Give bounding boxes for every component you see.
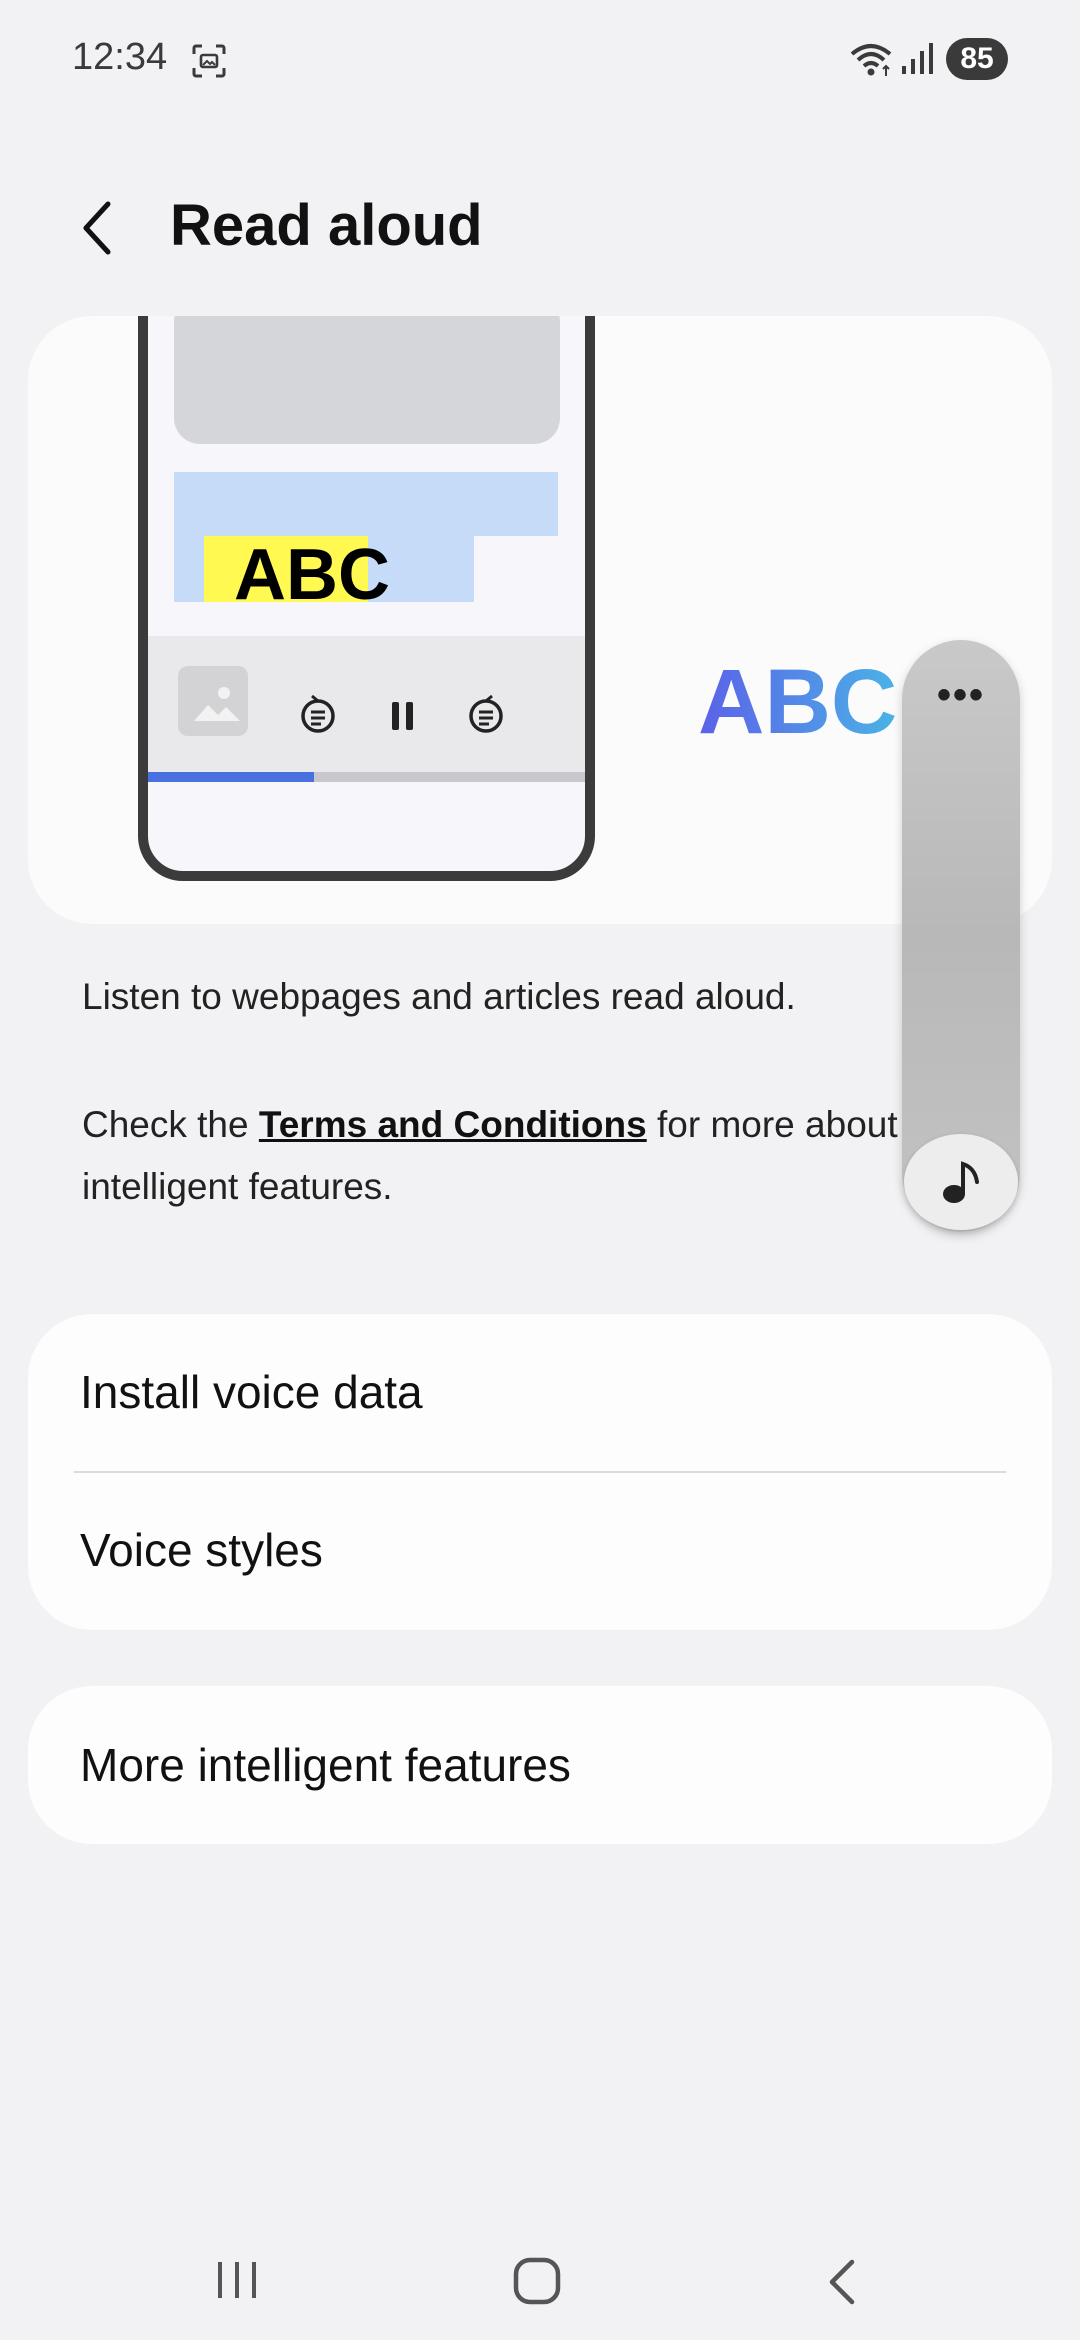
terms-and-conditions-link[interactable]: Terms and Conditions [259,1104,647,1145]
signal-icon [900,40,936,83]
back-icon[interactable] [818,2256,868,2313]
read-aloud-illustration: ABC ABC [28,316,1052,924]
soundwave-icon [630,506,950,656]
more-icon[interactable]: ••• [902,675,1020,720]
home-icon[interactable] [510,2256,566,2313]
install-voice-data-item[interactable]: Install voice data [28,1314,1052,1470]
intelligent-features-card: More intelligent features [28,1686,1052,1844]
install-voice-data-label: Install voice data [80,1366,423,1418]
floating-player-widget[interactable]: ••• [902,640,1020,1232]
music-note-icon [943,1161,979,1203]
terms-text-before: Check the [82,1104,259,1145]
music-note-button[interactable] [904,1134,1018,1230]
navigation-bar [0,2220,1080,2340]
chevron-left-icon [83,201,111,255]
voice-settings-card: Install voice data Voice styles [28,1314,1052,1630]
battery-icon: 85 [946,38,1008,80]
terms-description: Check the Terms and Conditions for more … [82,1094,902,1218]
wifi-icon [848,40,894,83]
more-intelligent-features-item[interactable]: More intelligent features [28,1686,1052,1844]
voice-styles-label: Voice styles [80,1524,323,1576]
illustration-voice-text: ABC [698,651,898,753]
status-bar: 12:34 85 [0,0,1080,120]
status-time: 12:34 [72,36,168,78]
description-text: Listen to webpages and articles read alo… [82,976,796,1017]
recents-icon[interactable] [212,2256,262,2309]
page-title: Read aloud [170,193,483,258]
illustration-phone-text: ABC [234,535,390,615]
screenshot-icon [190,42,228,85]
voice-styles-item[interactable]: Voice styles [28,1472,1052,1628]
progress-bar-fill [148,772,314,782]
back-button[interactable] [66,192,136,264]
more-intelligent-features-label: More intelligent features [80,1739,571,1791]
